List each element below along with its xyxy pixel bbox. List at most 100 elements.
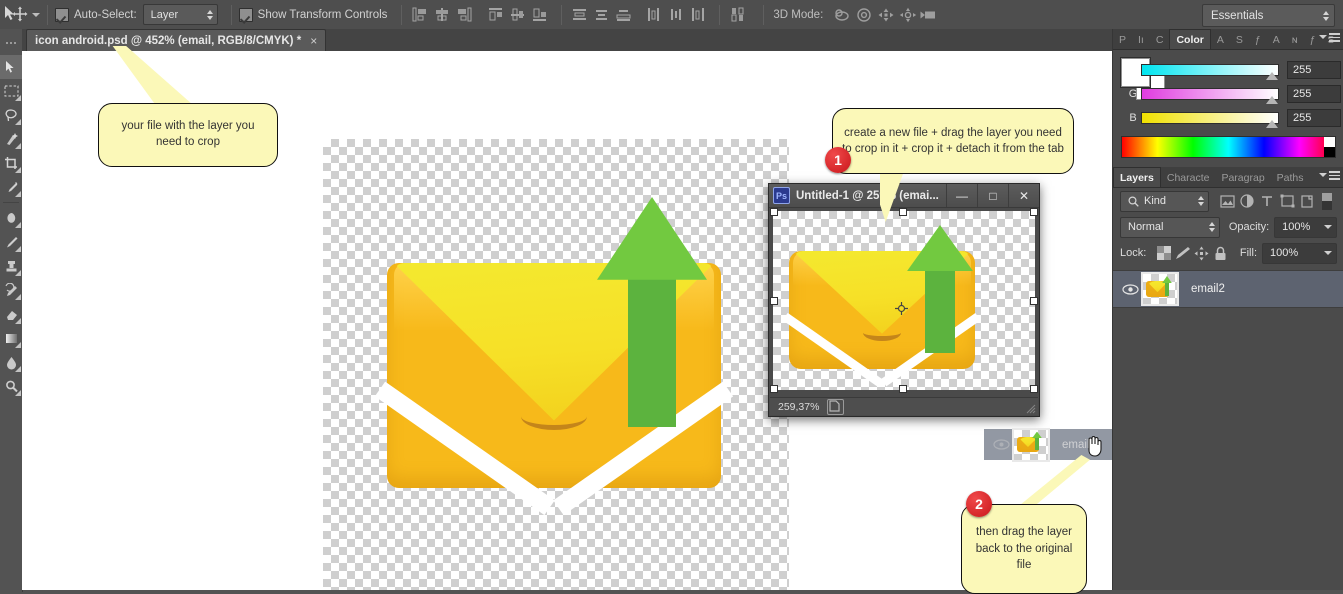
move-tool[interactable] [0,55,22,79]
blend-mode-dropdown[interactable]: Normal [1120,216,1220,238]
floating-window-title-bar[interactable]: Ps Untitled-1 @ 259% (emai... — □ ✕ [769,184,1039,208]
slider-g[interactable] [1141,88,1279,104]
quick-selection-tool[interactable] [0,127,22,151]
3d-pan-icon[interactable] [875,5,897,25]
filter-adjustment-icon[interactable] [1237,191,1257,211]
close-icon[interactable]: × [310,35,317,47]
history-brush-tool[interactable] [0,278,22,302]
channel-value-b[interactable]: 255 [1287,109,1341,127]
tab-layers[interactable]: Layers [1113,167,1161,187]
3d-orbit-icon[interactable] [831,5,853,25]
distribute-right-edges-icon[interactable] [687,5,709,25]
filter-toggle-icon[interactable] [1317,191,1337,211]
transform-handle[interactable] [899,385,907,393]
rectangular-marquee-tool[interactable] [0,79,22,103]
close-icon[interactable]: ✕ [1008,184,1039,207]
eyedropper-tool[interactable] [0,175,22,199]
distribute-vertical-centers-icon[interactable] [591,5,613,25]
align-right-edges-icon[interactable] [453,5,475,25]
align-horizontal-centers-icon[interactable] [431,5,453,25]
slider-b[interactable] [1141,112,1279,128]
black-white-swatch[interactable] [1324,137,1335,157]
blur-tool[interactable] [0,350,22,374]
panel-tab-collapsed[interactable]: C [1150,30,1170,49]
auto-align-layers-icon[interactable] [727,5,749,25]
layer-name[interactable]: email2 [1191,283,1225,295]
lock-all-icon[interactable] [1211,244,1230,263]
transform-handle[interactable] [1030,208,1038,216]
auto-select-target-dropdown[interactable]: Layer [142,4,218,25]
transform-handle[interactable] [770,385,778,393]
dodge-tool[interactable] [0,374,22,398]
distribute-top-edges-icon[interactable] [569,5,591,25]
clone-stamp-tool[interactable] [0,254,22,278]
tab-color[interactable]: Color [1169,29,1211,49]
filter-shape-icon[interactable] [1277,191,1297,211]
resize-grip-icon[interactable] [1025,403,1036,414]
gradient-tool[interactable] [0,326,22,350]
transform-handle[interactable] [1030,385,1038,393]
spot-healing-brush-tool[interactable] [0,206,22,230]
show-transform-controls-checkbox[interactable] [238,7,253,22]
panel-menu-icon[interactable] [1319,33,1340,42]
panel-tab-collapsed[interactable]: ɴ [1286,30,1304,49]
filter-type-icon[interactable] [1257,191,1277,211]
panel-tab-collapsed[interactable]: P [1113,30,1132,49]
lasso-tool[interactable] [0,103,22,127]
tab-paths[interactable]: Paths [1271,168,1310,187]
workspace-selector[interactable]: Essentials [1202,4,1335,27]
filter-kind-dropdown[interactable]: Kind [1120,190,1209,212]
fill-input[interactable]: 100% [1262,242,1337,264]
align-left-edges-icon[interactable] [409,5,431,25]
transform-reference-point-icon[interactable] [895,302,908,315]
transform-handle[interactable] [1030,297,1038,305]
crop-tool[interactable] [0,151,22,175]
panel-menu-icon[interactable] [1319,171,1340,180]
channel-value-g[interactable]: 255 [1287,85,1341,103]
3d-slide-icon[interactable] [897,5,919,25]
eraser-tool[interactable] [0,302,22,326]
filter-smart-object-icon[interactable] [1297,191,1317,211]
minimize-icon[interactable]: — [946,184,977,207]
channel-value-r[interactable]: 255 [1287,61,1341,79]
distribute-left-edges-icon[interactable] [643,5,665,25]
eye-icon[interactable] [1119,283,1141,295]
channel-label-b: B [1129,112,1137,124]
move-tool-icon[interactable] [2,4,28,26]
align-vertical-centers-icon[interactable] [507,5,529,25]
brush-tool[interactable] [0,230,22,254]
distribute-bottom-edges-icon[interactable] [613,5,635,25]
slider-r[interactable] [1141,64,1279,80]
auto-select-checkbox[interactable] [55,7,69,22]
align-top-edges-icon[interactable] [485,5,507,25]
panel-tab-collapsed[interactable]: A [1267,30,1286,49]
tool-preset-chevron-icon[interactable] [32,12,40,17]
color-spectrum-ramp[interactable] [1121,136,1336,158]
panel-tab-collapsed[interactable]: A [1211,30,1230,49]
panel-tab-collapsed[interactable]: ƒ [1249,30,1267,49]
document-tab[interactable]: icon android.psd @ 452% (email, RGB/8/CM… [26,29,327,52]
3d-camera-icon[interactable] [919,5,941,25]
distribute-horizontal-centers-icon[interactable] [665,5,687,25]
table-row[interactable]: email2 [1113,270,1343,308]
tab-character[interactable]: Characte [1161,168,1216,187]
filter-pixel-icon[interactable] [1217,191,1237,211]
align-bottom-edges-icon[interactable] [529,5,551,25]
panel-collapse-handle[interactable] [0,31,22,55]
floating-window-canvas[interactable] [770,208,1038,393]
document-info-icon[interactable] [827,398,845,415]
lock-position-icon[interactable] [1192,244,1211,263]
panel-tab-collapsed[interactable]: Iı [1132,30,1150,49]
tab-paragraph[interactable]: Paragrap [1215,168,1270,187]
transform-handle[interactable] [770,208,778,216]
transform-handle[interactable] [770,297,778,305]
3d-roll-icon[interactable] [853,5,875,25]
lock-image-pixels-icon[interactable] [1173,244,1192,263]
artboard-email2[interactable] [323,139,789,590]
maximize-icon[interactable]: □ [977,184,1008,207]
lock-transparent-pixels-icon[interactable] [1154,244,1173,263]
floating-document-window[interactable]: Ps Untitled-1 @ 259% (emai... — □ ✕ 259,… [768,183,1040,417]
opacity-input[interactable]: 100% [1274,216,1337,238]
panel-tab-collapsed[interactable]: S [1230,30,1249,49]
transform-handle[interactable] [899,208,907,216]
